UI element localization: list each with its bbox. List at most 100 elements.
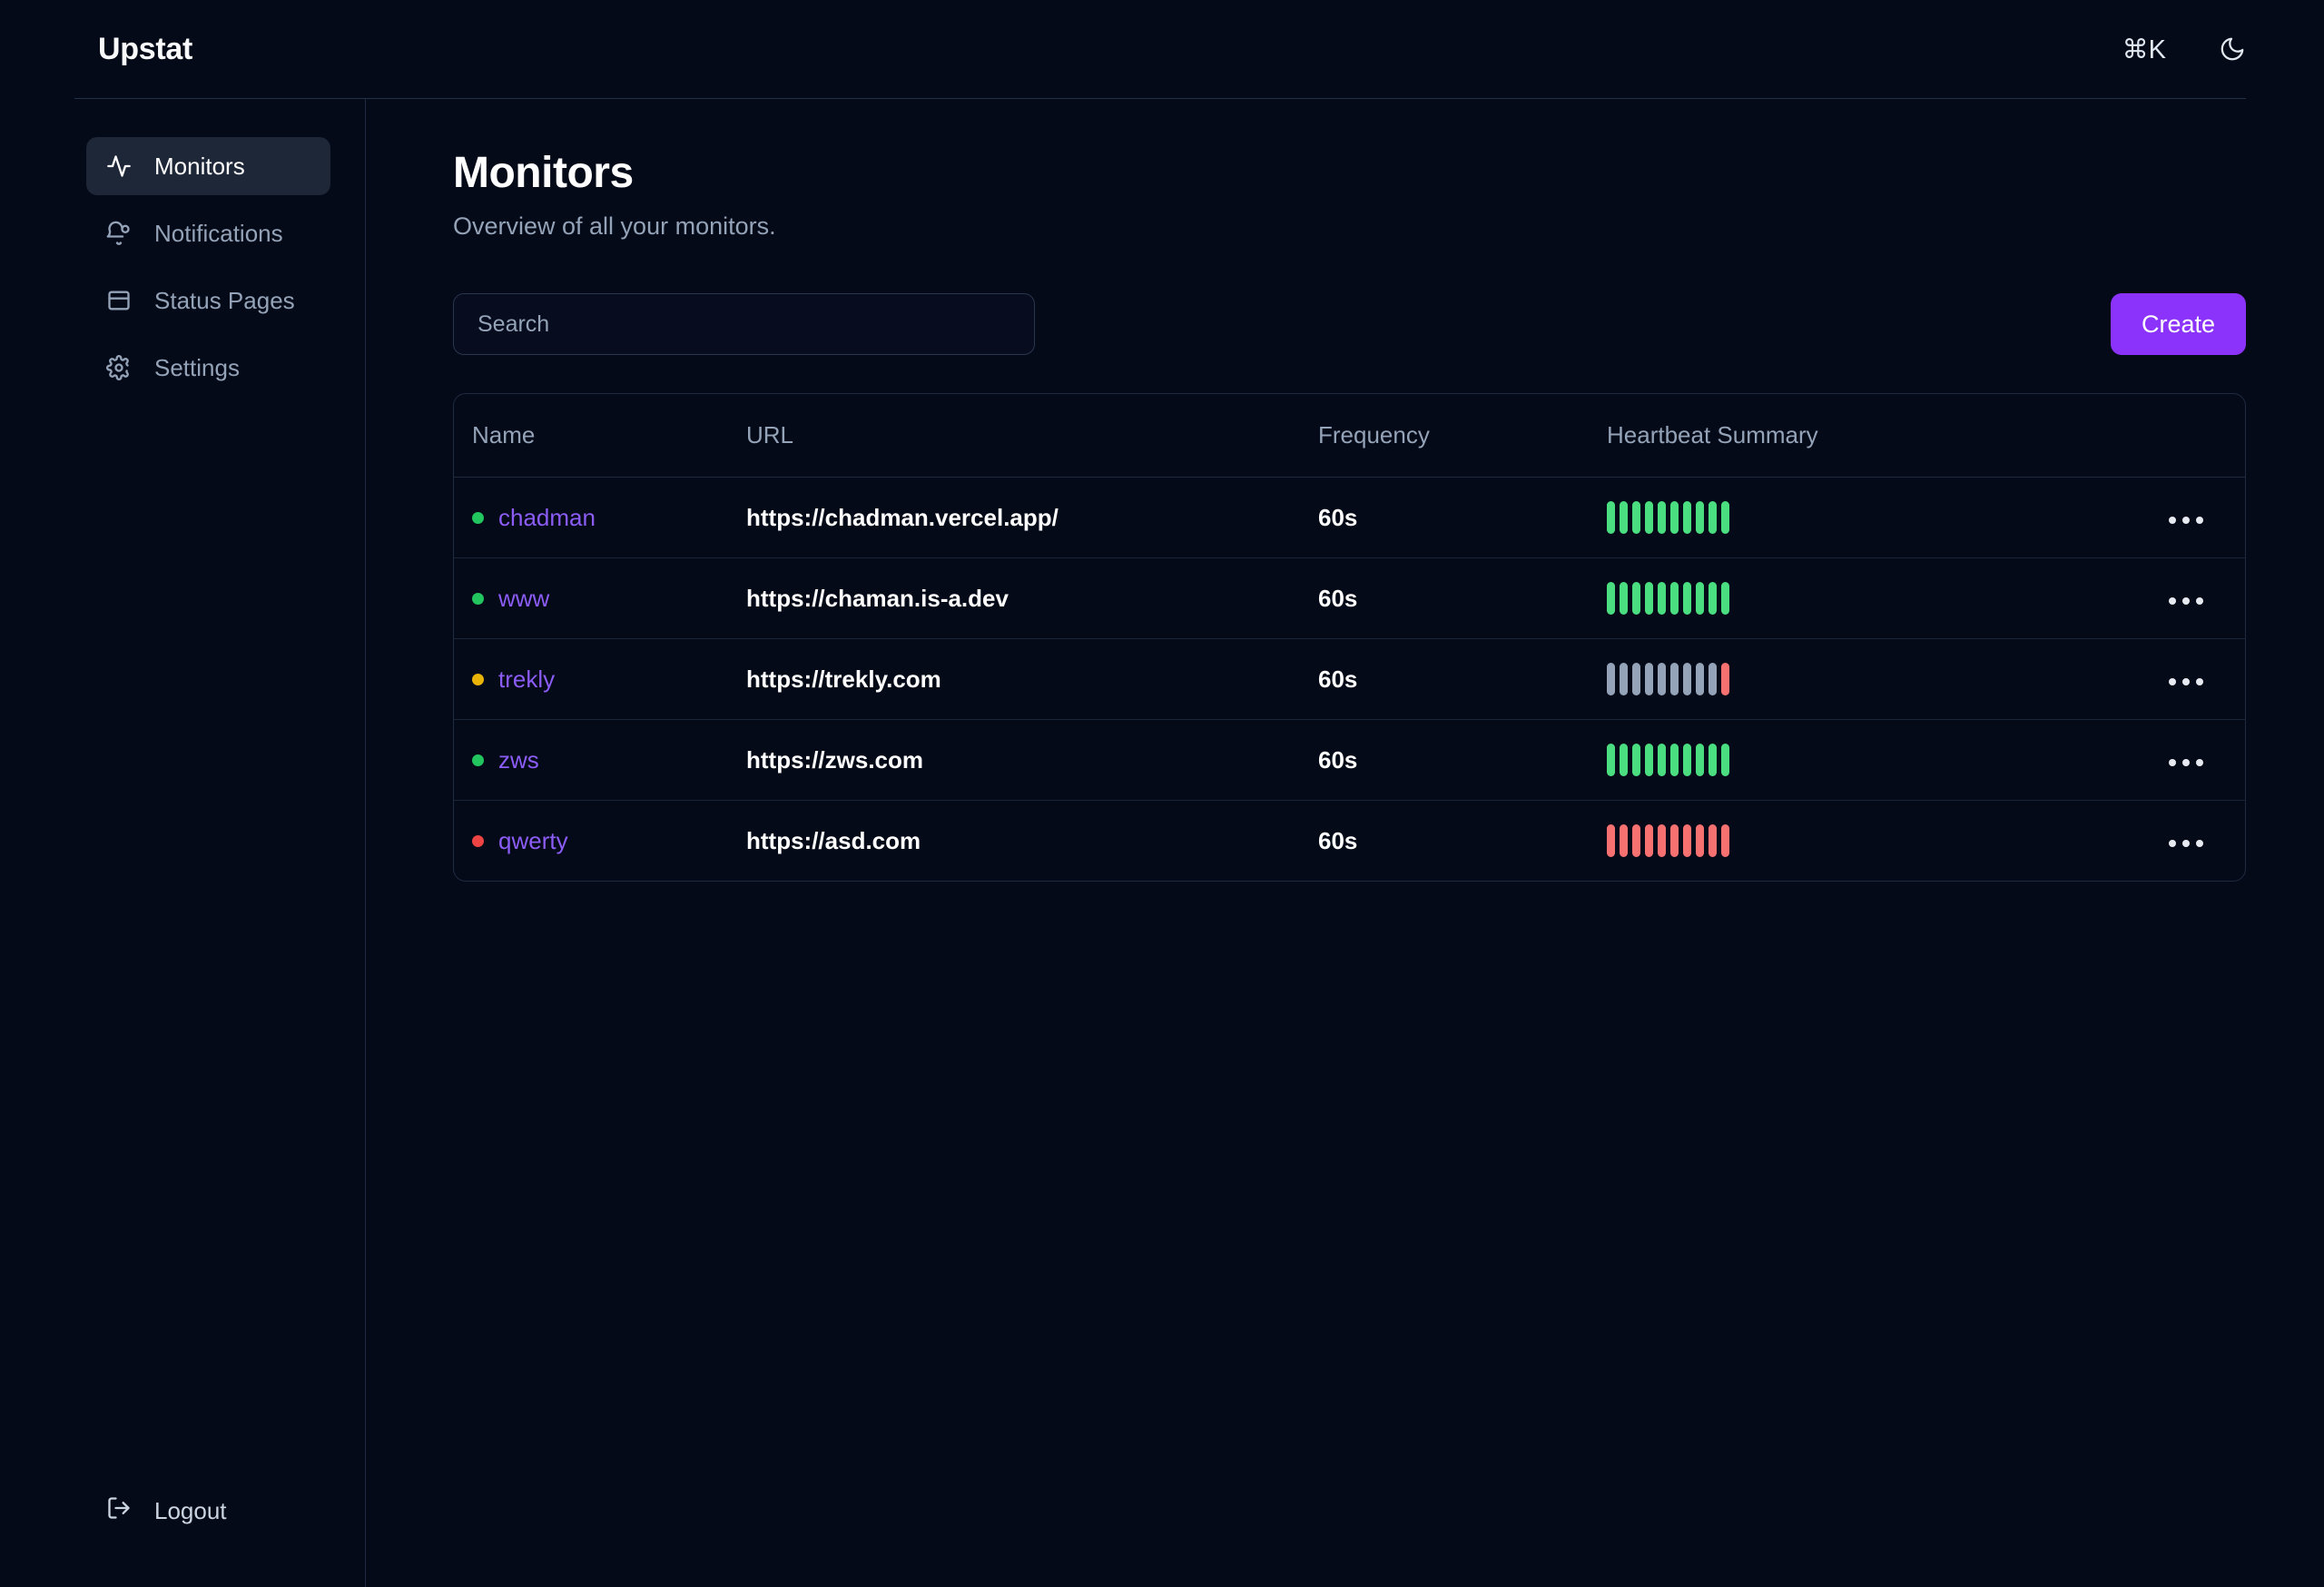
heartbeat-bar[interactable] [1670, 582, 1679, 615]
heartbeat-bar[interactable] [1696, 582, 1704, 615]
heartbeat-bar[interactable] [1645, 744, 1653, 776]
ellipsis-icon[interactable] [2160, 831, 2212, 856]
heartbeat-bar[interactable] [1632, 824, 1640, 857]
heartbeat-bar[interactable] [1721, 663, 1729, 695]
heartbeat-bar[interactable] [1696, 501, 1704, 534]
heartbeat-bar[interactable] [1607, 582, 1615, 615]
heartbeat-bar[interactable] [1620, 582, 1628, 615]
heartbeat-bar[interactable] [1721, 501, 1729, 534]
heartbeat-bar[interactable] [1709, 501, 1717, 534]
heartbeat-bar[interactable] [1620, 663, 1628, 695]
monitor-name-link[interactable]: qwerty [498, 827, 568, 855]
monitor-frequency: 60s [1318, 665, 1357, 693]
heartbeat-bar[interactable] [1620, 824, 1628, 857]
heartbeat-bar[interactable] [1709, 744, 1717, 776]
heartbeat-bar[interactable] [1658, 582, 1666, 615]
monitor-url: https://asd.com [746, 827, 921, 854]
heartbeat-bar[interactable] [1709, 582, 1717, 615]
create-button[interactable]: Create [2111, 293, 2246, 355]
heartbeat-bar[interactable] [1632, 582, 1640, 615]
heartbeat-bar[interactable] [1658, 824, 1666, 857]
monitor-name-link[interactable]: zws [498, 746, 539, 774]
monitor-name-link[interactable]: www [498, 585, 549, 613]
heartbeat-bar[interactable] [1607, 663, 1615, 695]
monitor-url: https://chaman.is-a.dev [746, 585, 1009, 612]
sidebar-item-notifications[interactable]: Notifications [86, 204, 330, 262]
heartbeat-bar[interactable] [1721, 582, 1729, 615]
heartbeat-bar[interactable] [1670, 501, 1679, 534]
heartbeat-bar[interactable] [1607, 501, 1615, 534]
heartbeat-bar[interactable] [1696, 824, 1704, 857]
sidebar-item-status-pages[interactable]: Status Pages [86, 271, 330, 330]
monitor-frequency: 60s [1318, 585, 1357, 612]
heartbeat-bar[interactable] [1632, 501, 1640, 534]
heartbeat-bar[interactable] [1658, 663, 1666, 695]
page-subtitle: Overview of all your monitors. [453, 212, 2246, 241]
cell-actions [2073, 801, 2245, 882]
column-header-heartbeat-summary: Heartbeat Summary [1607, 394, 2073, 478]
heartbeat-bar[interactable] [1683, 582, 1691, 615]
cell-name: www [454, 558, 746, 639]
monitor-frequency: 60s [1318, 827, 1357, 854]
cell-url: https://trekly.com [746, 639, 1318, 720]
logout-icon [106, 1495, 132, 1527]
heartbeat-bar[interactable] [1632, 744, 1640, 776]
cell-name: zws [454, 720, 746, 801]
main-content: Monitors Overview of all your monitors. … [366, 99, 2324, 1587]
heartbeat-bar[interactable] [1670, 824, 1679, 857]
heartbeat-bar[interactable] [1645, 663, 1653, 695]
heartbeat-bar[interactable] [1670, 663, 1679, 695]
heartbeat-bar[interactable] [1620, 744, 1628, 776]
cell-name: chadman [454, 478, 746, 558]
gear-icon [106, 355, 132, 380]
heartbeat-bar[interactable] [1607, 824, 1615, 857]
sidebar-item-monitors[interactable]: Monitors [86, 137, 330, 195]
cell-heartbeat-summary [1607, 478, 2073, 558]
monitor-frequency: 60s [1318, 504, 1357, 531]
heartbeat-bar[interactable] [1696, 663, 1704, 695]
monitor-name-link[interactable]: trekly [498, 665, 555, 694]
heartbeat-bar[interactable] [1607, 744, 1615, 776]
monitor-name-cell: qwerty [472, 827, 746, 855]
heartbeat-bar[interactable] [1658, 501, 1666, 534]
heartbeat-bar[interactable] [1645, 824, 1653, 857]
heartbeat-bar[interactable] [1632, 663, 1640, 695]
moon-icon[interactable] [2219, 35, 2246, 63]
logout-button[interactable]: Logout [86, 1495, 330, 1587]
heartbeat-bar[interactable] [1696, 744, 1704, 776]
panel-icon [106, 288, 132, 313]
heartbeat-bar[interactable] [1645, 501, 1653, 534]
monitors-toolbar: Create [453, 293, 2246, 355]
heartbeat-bar[interactable] [1645, 582, 1653, 615]
sidebar-item-settings[interactable]: Settings [86, 339, 330, 397]
heartbeat-bar[interactable] [1709, 824, 1717, 857]
heartbeat-bar[interactable] [1620, 501, 1628, 534]
ellipsis-icon[interactable] [2160, 669, 2212, 695]
heartbeat-bar[interactable] [1683, 501, 1691, 534]
top-bar: Upstat ⌘K [0, 0, 2324, 98]
ellipsis-icon[interactable] [2160, 588, 2212, 614]
status-dot [472, 674, 484, 685]
cell-url: https://chaman.is-a.dev [746, 558, 1318, 639]
heartbeat-bar[interactable] [1721, 744, 1729, 776]
table-row: trekly https://trekly.com60s [454, 639, 2245, 720]
heartbeat-bar[interactable] [1683, 824, 1691, 857]
heartbeat-bar[interactable] [1683, 744, 1691, 776]
monitor-name-cell: chadman [472, 504, 746, 532]
bell-icon [106, 221, 132, 246]
cell-actions [2073, 558, 2245, 639]
monitor-name-link[interactable]: chadman [498, 504, 596, 532]
table-head: Name URL Frequency Heartbeat Summary [454, 394, 2245, 478]
command-k-shortcut[interactable]: ⌘K [2122, 34, 2166, 65]
heartbeat-bar[interactable] [1721, 824, 1729, 857]
monitor-url: https://zws.com [746, 746, 923, 774]
heartbeat-bar[interactable] [1709, 663, 1717, 695]
cell-name: qwerty [454, 801, 746, 882]
ellipsis-icon[interactable] [2160, 750, 2212, 775]
heartbeat-bar[interactable] [1670, 744, 1679, 776]
heartbeat-bar[interactable] [1658, 744, 1666, 776]
status-dot [472, 835, 484, 847]
search-input[interactable] [453, 293, 1035, 355]
heartbeat-bar[interactable] [1683, 663, 1691, 695]
ellipsis-icon[interactable] [2160, 508, 2212, 533]
